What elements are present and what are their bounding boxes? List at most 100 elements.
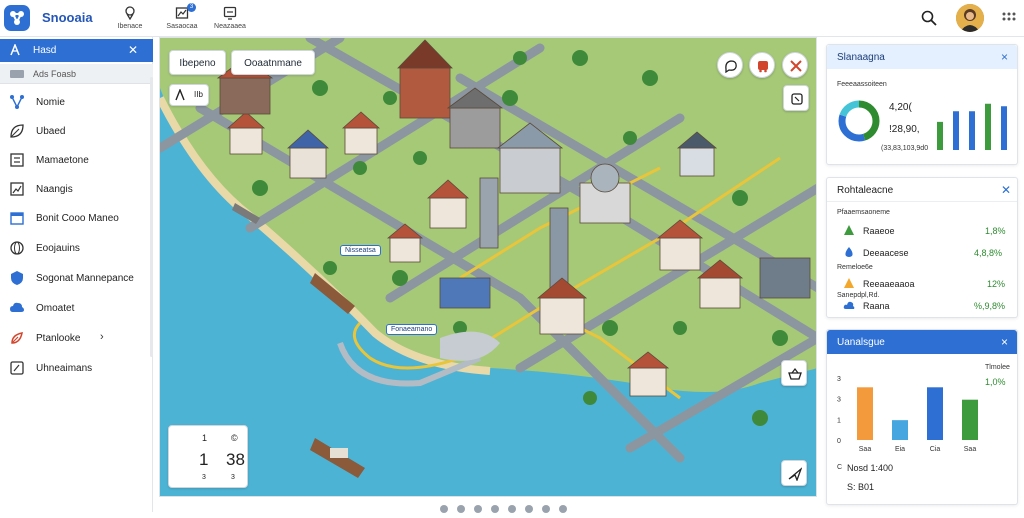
chevron-right-icon[interactable]: › (100, 331, 104, 343)
sidebar-item-uhneaimans[interactable]: Uhneaimans (0, 355, 153, 381)
screen-icon (223, 6, 237, 20)
warning-icon (844, 278, 854, 288)
map-tools-button[interactable] (782, 52, 808, 78)
summary-bar (937, 121, 943, 150)
map-filter-chip[interactable]: IIb (169, 84, 209, 106)
sidebar-item-omoatet[interactable]: Omoatet (0, 295, 153, 321)
sidebar-item-bonit-cooo-maneo[interactable]: Bonit Cooo Maneo (0, 205, 153, 231)
stat-mid-right: 38 (226, 450, 245, 469)
map-tab-ibepeno[interactable]: Ibepeno (169, 50, 226, 75)
status-subcaption: Remeloe6e (837, 264, 873, 271)
summary-panel: Slanaagna × Feeeaassoiteen 4,20( !28,90,… (826, 44, 1018, 165)
status-row-label: Raana (863, 301, 890, 311)
sidebar-item-label: Ptanlooke (36, 333, 81, 344)
sidebar-header[interactable]: Hasd ✕ (0, 39, 153, 62)
sidebar-item-label: Mamaetone (36, 155, 89, 166)
map-basket-button[interactable] (781, 360, 807, 386)
sidebar-subheader[interactable]: Ads Foasb (0, 64, 153, 84)
rocket-icon (11, 332, 23, 344)
analytics-panel-header: Uanalsgue × (827, 330, 1017, 354)
map-view[interactable]: Ibepeno Ooaatnmane IIb Nisseatsa Fonaeam… (159, 37, 817, 497)
logo-icon (10, 11, 24, 25)
sidebar-item-mamaetone[interactable]: Mamaetone (0, 147, 153, 173)
x-tick-label: Saa (964, 446, 977, 453)
status-row-label: Deeaacese (863, 248, 909, 258)
toolbar-label: Neazaaea (214, 23, 246, 30)
layer-icon (10, 70, 24, 78)
toolbar-button-ibenace[interactable]: Ibenace (108, 6, 152, 34)
map-tab-label: Ooaatnmane (244, 58, 302, 69)
analytics-top-right-label: Tlmolee (985, 364, 1010, 371)
doc-icon (10, 361, 24, 375)
summary-value-2: !28,90, (889, 124, 920, 135)
close-icon[interactable]: ✕ (128, 43, 138, 57)
globe-icon (10, 241, 24, 255)
status-caption: Pfaaemsaoneme (837, 209, 890, 216)
status-subcaption: Sanepdpl,Rd. (837, 292, 880, 299)
map-chat-button[interactable] (717, 52, 743, 78)
user-avatar[interactable] (956, 4, 984, 32)
analytics-bar (857, 387, 873, 440)
summary-bar (1001, 106, 1007, 150)
person-pin-icon (175, 89, 185, 101)
map-plane-button[interactable] (781, 460, 807, 486)
toolbar-button-sasaocaa[interactable]: 3 Sasaocaa (160, 3, 204, 34)
y-tick-label: 0 (837, 438, 841, 445)
summary-panel-header: Slanaagna × (827, 45, 1017, 69)
cloud-icon (10, 302, 24, 312)
analytics-bar (962, 399, 978, 440)
status-row-label: Reeaaeaaoa (863, 279, 915, 289)
sidebar-item-ubaed[interactable]: Ubaed (0, 118, 153, 144)
top-bar: Snooaia Ibenace 3 Sasaocaa Neazaaea (0, 0, 1024, 37)
sidebar-header-title: Hasd (33, 45, 57, 56)
app-title: Snooaia (42, 10, 93, 25)
summary-caption: (33,83,103,9d0 (881, 145, 929, 152)
summary-value-1: 4,20( (889, 102, 912, 113)
sidebar-item-eoojauins[interactable]: Eoojauins (0, 235, 153, 261)
app-logo[interactable] (4, 5, 30, 31)
sidebar-scrollbar[interactable] (150, 77, 153, 357)
toolbar-button-neazaaea[interactable]: Neazaaea (208, 6, 252, 34)
sidebar-item-nomie[interactable]: Nomie (0, 89, 153, 115)
basket-icon (788, 368, 802, 380)
search-icon[interactable] (920, 9, 938, 27)
avatar-image (956, 4, 984, 32)
sidebar-item-sogonat-mannepance[interactable]: Sogonat Mannepance (0, 265, 153, 291)
stat-bottom-right: 3 (231, 474, 235, 481)
sidebar-item-ptanlooke[interactable]: Ptanlooke › (0, 325, 153, 351)
chart-icon (10, 182, 24, 196)
shield-icon (11, 271, 23, 285)
sidebar-item-label: Bonit Cooo Maneo (36, 213, 119, 224)
summary-panel-title: Slanaagna (837, 52, 885, 63)
status-panel-title: Rohtaleacne (837, 185, 894, 196)
summary-subtitle: Feeeaassoiteen (837, 81, 887, 88)
grid-menu-icon[interactable] (998, 8, 1020, 30)
leaf-icon (844, 225, 854, 235)
cloud-icon (843, 301, 855, 309)
sidebar-item-label: Naangis (36, 184, 73, 195)
x-tick-label: Cia (930, 446, 941, 453)
map-chip-label: IIb (194, 90, 203, 99)
summary-bar-chart (937, 103, 1007, 150)
sidebar-item-naangis[interactable]: Naangis (0, 176, 153, 202)
analytics-footer-main: Nosd 1:400 (847, 463, 894, 473)
status-row-label: Raaeoe (863, 226, 895, 236)
status-row-value: 1,8% (985, 226, 1006, 236)
map-place-label[interactable]: Nisseatsa (340, 245, 381, 256)
close-icon[interactable]: ✕ (1001, 183, 1011, 197)
stat-top-right: © (231, 433, 238, 443)
map-place-label[interactable]: Fonaeamano (386, 324, 438, 335)
map-bus-button[interactable] (749, 52, 775, 78)
x-tick-label: Saa (859, 446, 872, 453)
analytics-bar-chart: 3 3 1 0 Saa Eia Cia Saa (837, 376, 978, 453)
summary-bar (985, 103, 991, 150)
toolbar-label: Sasaocaa (166, 23, 198, 30)
drop-icon (845, 247, 853, 257)
close-icon[interactable]: × (1001, 335, 1008, 349)
y-tick-label: 3 (837, 376, 841, 383)
stat-top-left: 1 (202, 433, 208, 443)
sidebar-item-label: Omoatet (36, 303, 75, 314)
close-icon[interactable]: × (1001, 50, 1008, 64)
map-tab-ooaatnmane[interactable]: Ooaatnmane (231, 50, 315, 75)
map-layers-button[interactable] (783, 85, 809, 111)
